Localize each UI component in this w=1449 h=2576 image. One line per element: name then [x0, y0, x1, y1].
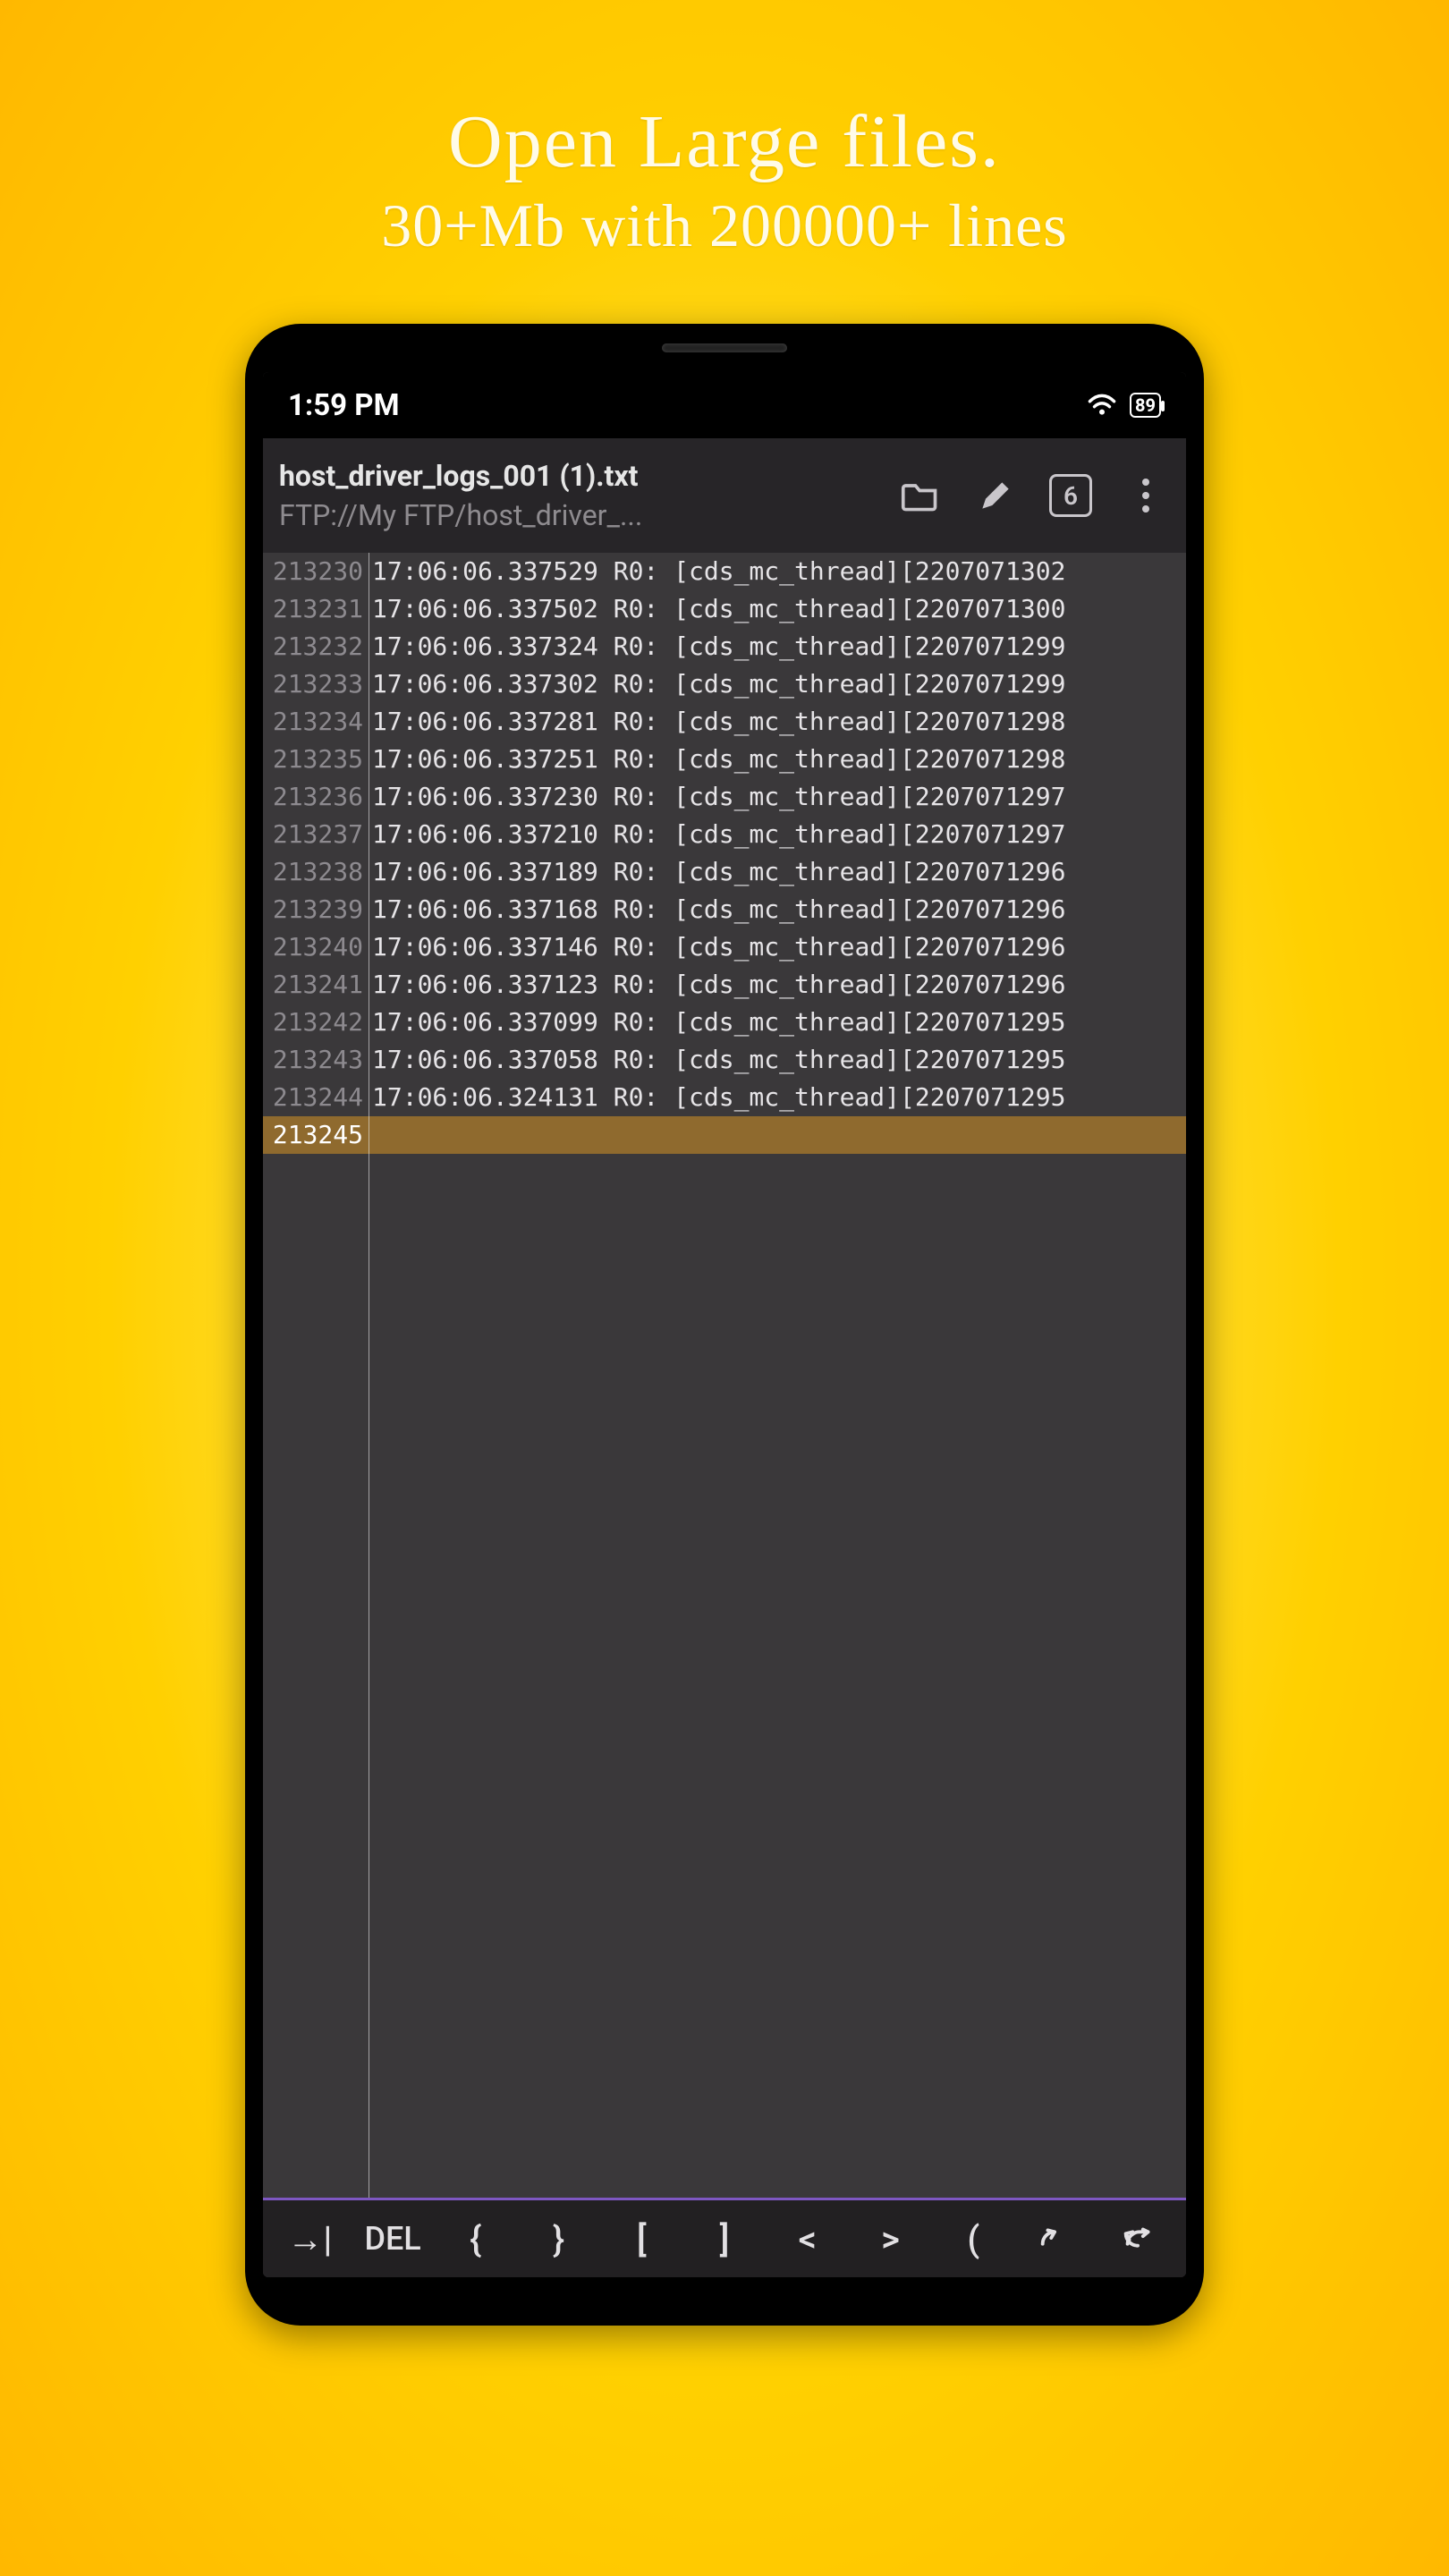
line-content[interactable]: 17:06:06.337123 R0: [cds_mc_thread][2207…: [369, 966, 1065, 1004]
key-lparen[interactable]: (: [932, 2206, 1015, 2272]
promo-headline: Open Large files. 30+Mb with 200000+ lin…: [381, 98, 1067, 261]
key-undo[interactable]: [1015, 2206, 1098, 2272]
line-number: 213241: [263, 966, 369, 1004]
key-lt[interactable]: <: [766, 2206, 849, 2272]
editor-line[interactable]: 21323117:06:06.337502 R0: [cds_mc_thread…: [263, 590, 1186, 628]
more-menu-icon[interactable]: [1116, 466, 1175, 525]
line-number: 213244: [263, 1079, 369, 1116]
phone-speaker: [662, 343, 787, 352]
line-number: 213239: [263, 891, 369, 928]
editor-line[interactable]: 21323517:06:06.337251 R0: [cds_mc_thread…: [263, 741, 1186, 778]
statusbar: 1:59 PM 89: [263, 372, 1186, 438]
editor-line[interactable]: 21323617:06:06.337230 R0: [cds_mc_thread…: [263, 778, 1186, 816]
line-content[interactable]: 17:06:06.337302 R0: [cds_mc_thread][2207…: [369, 665, 1065, 703]
line-content[interactable]: 17:06:06.337251 R0: [cds_mc_thread][2207…: [369, 741, 1065, 778]
key-rbracket[interactable]: ]: [683, 2206, 767, 2272]
editor-area[interactable]: 21323017:06:06.337529 R0: [cds_mc_thread…: [263, 553, 1186, 2198]
line-number: 213240: [263, 928, 369, 966]
line-content[interactable]: 17:06:06.324131 R0: [cds_mc_thread][2207…: [369, 1079, 1065, 1116]
tab-count-badge: 6: [1049, 474, 1092, 517]
editor-line[interactable]: 21323717:06:06.337210 R0: [cds_mc_thread…: [263, 816, 1186, 853]
line-content[interactable]: 17:06:06.337502 R0: [cds_mc_thread][2207…: [369, 590, 1065, 628]
appbar: host_driver_logs_001 (1).txt FTP://My FT…: [263, 438, 1186, 553]
line-content[interactable]: 17:06:06.337189 R0: [cds_mc_thread][2207…: [369, 853, 1065, 891]
key-tab[interactable]: →|: [268, 2206, 352, 2272]
editor-line[interactable]: 21323917:06:06.337168 R0: [cds_mc_thread…: [263, 891, 1186, 928]
key-gt[interactable]: >: [849, 2206, 932, 2272]
line-content[interactable]: 17:06:06.337058 R0: [cds_mc_thread][2207…: [369, 1041, 1065, 1079]
file-title: host_driver_logs_001 (1).txt: [279, 459, 887, 493]
editor-line[interactable]: 21323217:06:06.337324 R0: [cds_mc_thread…: [263, 628, 1186, 665]
line-number: 213243: [263, 1041, 369, 1079]
line-number: 213237: [263, 816, 369, 853]
file-path: FTP://My FTP/host_driver_...: [279, 498, 887, 532]
editor-line[interactable]: 21324017:06:06.337146 R0: [cds_mc_thread…: [263, 928, 1186, 966]
line-content[interactable]: 17:06:06.337168 R0: [cds_mc_thread][2207…: [369, 891, 1065, 928]
line-number: 213231: [263, 590, 369, 628]
line-content[interactable]: 17:06:06.337529 R0: [cds_mc_thread][2207…: [369, 553, 1065, 590]
editor-line[interactable]: 21324217:06:06.337099 R0: [cds_mc_thread…: [263, 1004, 1186, 1041]
folder-icon[interactable]: [891, 466, 950, 525]
phone-frame: 1:59 PM 89 host_driver_logs_001 (1).txt …: [245, 324, 1204, 2326]
line-content[interactable]: 17:06:06.337099 R0: [cds_mc_thread][2207…: [369, 1004, 1065, 1041]
line-number: 213232: [263, 628, 369, 665]
wifi-icon: [1087, 394, 1117, 417]
line-number: 213242: [263, 1004, 369, 1041]
line-content[interactable]: 17:06:06.337281 R0: [cds_mc_thread][2207…: [369, 703, 1065, 741]
accessory-keyrow: →| DEL { } [ ] < > (: [263, 2200, 1186, 2277]
line-number: 213233: [263, 665, 369, 703]
editor-line[interactable]: 21323417:06:06.337281 R0: [cds_mc_thread…: [263, 703, 1186, 741]
line-content[interactable]: 17:06:06.337210 R0: [cds_mc_thread][2207…: [369, 816, 1065, 853]
key-redo[interactable]: [1097, 2206, 1181, 2272]
editor-cursor-line[interactable]: 213245: [263, 1116, 1186, 1154]
line-number: 213238: [263, 853, 369, 891]
line-number: 213236: [263, 778, 369, 816]
line-content[interactable]: 17:06:06.337230 R0: [cds_mc_thread][2207…: [369, 778, 1065, 816]
editor-line[interactable]: 21323017:06:06.337529 R0: [cds_mc_thread…: [263, 553, 1186, 590]
editor-line[interactable]: 21323817:06:06.337189 R0: [cds_mc_thread…: [263, 853, 1186, 891]
line-number: 213234: [263, 703, 369, 741]
promo-line1: Open Large files.: [381, 98, 1067, 185]
battery-icon: 89: [1130, 393, 1161, 418]
tab-count-button[interactable]: 6: [1041, 466, 1100, 525]
line-number: 213245: [263, 1116, 369, 1154]
statusbar-time: 1:59 PM: [288, 388, 399, 423]
editor-line[interactable]: 21324117:06:06.337123 R0: [cds_mc_thread…: [263, 966, 1186, 1004]
line-content[interactable]: 17:06:06.337324 R0: [cds_mc_thread][2207…: [369, 628, 1065, 665]
editor-line[interactable]: 21323317:06:06.337302 R0: [cds_mc_thread…: [263, 665, 1186, 703]
line-number: 213230: [263, 553, 369, 590]
editor-line[interactable]: 21324317:06:06.337058 R0: [cds_mc_thread…: [263, 1041, 1186, 1079]
key-del[interactable]: DEL: [352, 2206, 435, 2272]
key-lbracket[interactable]: [: [600, 2206, 683, 2272]
promo-line2: 30+Mb with 200000+ lines: [381, 191, 1067, 261]
line-number: 213235: [263, 741, 369, 778]
key-rbrace[interactable]: }: [517, 2206, 600, 2272]
edit-icon[interactable]: [966, 466, 1025, 525]
editor-line[interactable]: 21324417:06:06.324131 R0: [cds_mc_thread…: [263, 1079, 1186, 1116]
key-lbrace[interactable]: {: [434, 2206, 517, 2272]
line-content[interactable]: 17:06:06.337146 R0: [cds_mc_thread][2207…: [369, 928, 1065, 966]
